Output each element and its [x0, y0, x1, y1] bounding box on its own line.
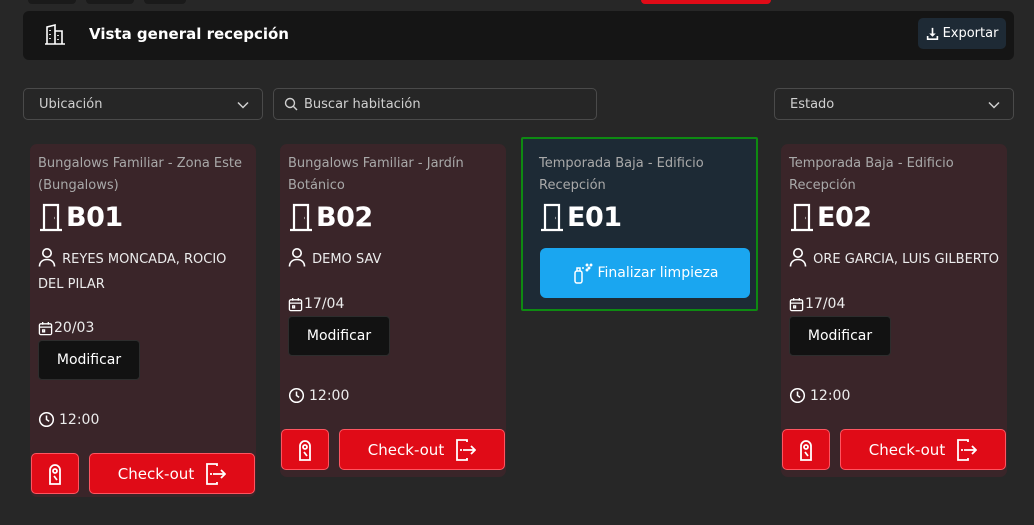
room-location: Temporada Baja - Edificio Recepción: [539, 156, 704, 193]
door-icon: [290, 203, 312, 232]
user-icon: [789, 248, 807, 267]
state-select[interactable]: Estado: [774, 88, 1014, 120]
calendar-icon: [789, 297, 804, 311]
keycard-icon: [49, 463, 61, 485]
guest-name: ORE GARCIA, LUIS GILBERTO: [789, 247, 1001, 272]
clock-icon: [38, 411, 55, 428]
modify-button[interactable]: Modificar: [288, 316, 390, 356]
user-icon: [288, 248, 306, 267]
room-number-label: E01: [567, 201, 622, 233]
room-card: Temporada Baja - Edificio Recepción E02 …: [781, 144, 1007, 477]
location-select-label: Ubicación: [39, 96, 103, 112]
modify-button[interactable]: Modificar: [789, 316, 891, 356]
keycard-icon: [800, 439, 812, 461]
guest-name-label: DEMO SAV: [312, 252, 382, 267]
door-exit-icon: [206, 462, 227, 485]
guest-name-label: ORE GARCIA, LUIS GILBERTO: [813, 252, 1000, 267]
room-card: Bungalows Familiar - Jardín Botánico B02…: [280, 144, 506, 477]
spray-icon: [574, 263, 593, 284]
room-number-label: E02: [817, 201, 872, 233]
room-card: Bungalows Familiar - Zona Este (Bungalow…: [30, 144, 256, 497]
page-title: Vista general recepción: [89, 25, 289, 43]
checkout-button-label: Check-out: [367, 440, 445, 459]
keycard-icon: [299, 439, 311, 461]
location-select[interactable]: Ubicación: [23, 88, 263, 120]
guest-name-label: REYES MONCADA, ROCIO DEL PILAR: [38, 252, 227, 292]
checkout-time-label: 12:00: [59, 411, 100, 428]
top-tab-stub[interactable]: [144, 0, 186, 4]
checkout-time-label: 12:00: [309, 387, 350, 404]
door-exit-icon: [456, 438, 477, 461]
finish-cleaning-label: Finalizar limpieza: [597, 265, 719, 281]
clock-icon: [288, 387, 305, 404]
checkout-button[interactable]: Check-out: [840, 429, 1006, 470]
calendar-icon: [288, 297, 303, 311]
chevron-down-icon: [237, 101, 249, 109]
guest-name: DEMO SAV: [288, 247, 500, 272]
top-tab-stub[interactable]: [86, 0, 134, 4]
room-number-label: B01: [66, 201, 123, 233]
modify-button-label: Modificar: [807, 328, 873, 344]
room-location: Bungalows Familiar - Zona Este (Bungalow…: [38, 156, 243, 193]
checkout-button-label: Check-out: [868, 440, 946, 459]
search-input[interactable]: Buscar habitación: [273, 88, 597, 120]
user-icon: [38, 248, 56, 267]
modify-button-label: Modificar: [56, 352, 122, 368]
modify-button[interactable]: Modificar: [38, 340, 140, 380]
door-exit-icon: [957, 438, 978, 461]
checkout-date: 17/04: [288, 296, 344, 312]
checkout-date-label: 20/03: [54, 320, 95, 336]
checkout-time-label: 12:00: [810, 387, 851, 404]
checkout-button[interactable]: Check-out: [339, 429, 505, 470]
checkout-date: 17/04: [789, 296, 845, 312]
top-action-stub[interactable]: [641, 0, 771, 4]
search-placeholder: Buscar habitación: [304, 96, 421, 112]
page-header: Vista general recepción Exportar: [23, 11, 1014, 60]
checkout-time: 12:00: [288, 387, 349, 404]
room-number: B01: [38, 200, 123, 234]
guest-name: REYES MONCADA, ROCIO DEL PILAR: [38, 247, 250, 297]
modify-button-label: Modificar: [306, 328, 372, 344]
room-number: E02: [789, 200, 872, 234]
key-card-button[interactable]: [31, 453, 79, 494]
checkout-date-label: 17/04: [304, 296, 345, 312]
checkout-time: 12:00: [38, 411, 99, 428]
calendar-icon: [38, 321, 53, 335]
room-location: Temporada Baja - Edificio Recepción: [789, 156, 954, 193]
finish-cleaning-button[interactable]: Finalizar limpieza: [540, 248, 750, 298]
room-number: B02: [288, 200, 373, 234]
top-tab-stub[interactable]: [28, 0, 76, 4]
clock-icon: [789, 387, 806, 404]
state-select-label: Estado: [790, 96, 835, 112]
download-icon: [926, 27, 938, 40]
building-icon: [45, 23, 65, 45]
checkout-date: 20/03: [38, 320, 94, 336]
room-number: E01: [539, 200, 622, 234]
chevron-down-icon: [988, 101, 1000, 109]
checkout-button[interactable]: Check-out: [89, 453, 255, 494]
checkout-button-label: Check-out: [117, 464, 195, 483]
export-label: Exportar: [942, 26, 999, 41]
checkout-time: 12:00: [789, 387, 850, 404]
room-card-cleaning: Temporada Baja - Edificio Recepción E01 …: [521, 137, 758, 311]
key-card-button[interactable]: [281, 429, 329, 470]
checkout-date-label: 17/04: [805, 296, 846, 312]
room-number-label: B02: [316, 201, 373, 233]
export-button[interactable]: Exportar: [918, 18, 1006, 49]
door-icon: [40, 203, 62, 232]
door-icon: [791, 203, 813, 232]
door-icon: [541, 203, 563, 232]
room-location: Bungalows Familiar - Jardín Botánico: [288, 156, 464, 193]
search-icon: [284, 97, 298, 111]
key-card-button[interactable]: [782, 429, 830, 470]
